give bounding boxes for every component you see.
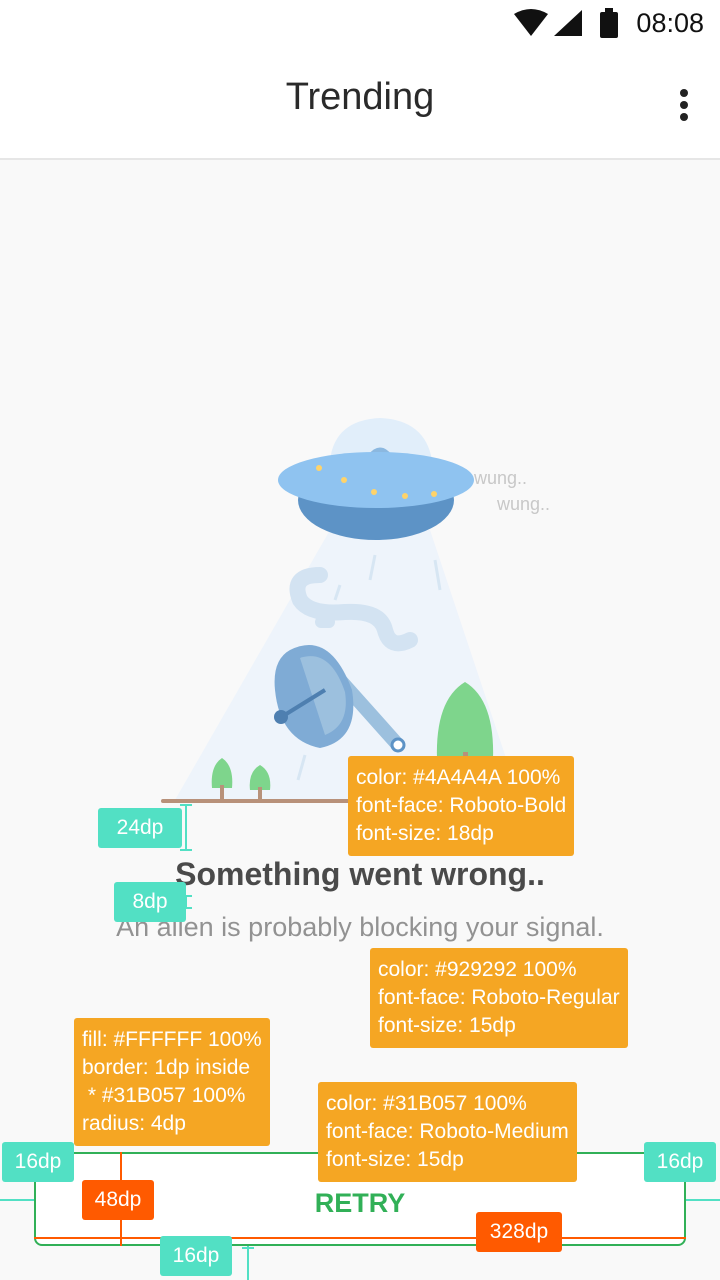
button-width-measure: 328dp bbox=[476, 1212, 562, 1252]
ufo-illustration: wung.. wung.. bbox=[161, 418, 562, 803]
message-spec-note: color: #929292 100% font-face: Roboto-Re… bbox=[370, 948, 628, 1048]
margin-right-measure: 16dp bbox=[644, 1142, 716, 1182]
headline-spec-note: color: #4A4A4A 100% font-face: Roboto-Bo… bbox=[348, 756, 575, 856]
margin-bottom-measure: 16dp bbox=[160, 1236, 232, 1276]
error-headline: Something went wrong.. bbox=[175, 856, 545, 892]
sound-text-2: wung.. bbox=[496, 494, 550, 514]
label-spec-note: color: #31B057 100% font-face: Roboto-Me… bbox=[318, 1082, 577, 1182]
button-spec-note: fill: #FFFFFF 100% border: 1dp inside * … bbox=[74, 1018, 270, 1146]
gap-top-measure: 24dp bbox=[98, 808, 182, 848]
error-message: An alien is probably blocking your signa… bbox=[116, 912, 604, 942]
margin-left-measure: 16dp bbox=[2, 1142, 74, 1182]
sound-text-1: wung.. bbox=[473, 468, 527, 488]
button-height-measure: 48dp bbox=[82, 1180, 154, 1220]
gap-middle-measure: 8dp bbox=[114, 882, 186, 922]
